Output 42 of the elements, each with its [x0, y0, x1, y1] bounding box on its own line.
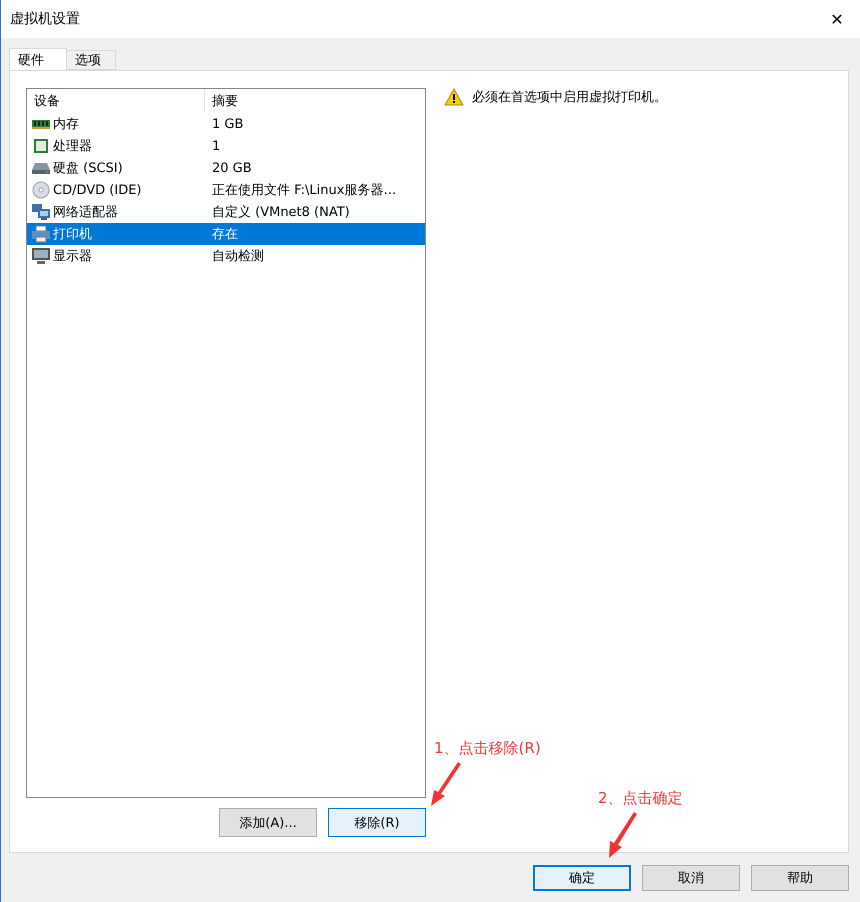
warning-icon — [444, 88, 464, 106]
list-button[interactable]: 添加(A)... — [219, 808, 317, 837]
window-title: 虚拟机设置 — [10, 10, 80, 28]
device-row[interactable]: CD/DVD (IDE) 正在使用文件 F:\Linux服务器… — [27, 179, 425, 201]
monitor-icon — [31, 247, 51, 265]
tab[interactable]: 硬件 — [9, 48, 67, 70]
device-row[interactable]: 网络适配器 自定义 (VMnet8 (NAT) — [27, 201, 425, 223]
device-name: 显示器 — [53, 248, 92, 265]
warning-message: 必须在首选项中启用虚拟打印机。 — [472, 89, 667, 107]
device-summary: 自定义 (VMnet8 (NAT) — [211, 204, 351, 221]
annotation-arrow — [429, 762, 463, 808]
device-summary: 1 GB — [211, 116, 244, 132]
device-summary: 自动检测 — [211, 248, 265, 265]
chip-icon — [31, 137, 51, 155]
device-name: 处理器 — [53, 138, 92, 155]
printer-icon — [31, 225, 51, 243]
network-icon — [31, 203, 51, 221]
device-name: CD/DVD (IDE) — [53, 182, 142, 198]
device-summary: 正在使用文件 F:\Linux服务器… — [211, 182, 398, 199]
device-summary: 1 — [211, 138, 222, 154]
dialog-button[interactable]: 取消 — [642, 865, 740, 891]
device-row[interactable]: 显示器 自动检测 — [27, 245, 425, 267]
device-name: 硬盘 (SCSI) — [53, 160, 123, 177]
device-summary: 20 GB — [211, 160, 253, 176]
annotation-text: 1、点击移除(R) — [434, 739, 541, 758]
device-row[interactable]: 处理器 1 — [27, 135, 425, 157]
column-header[interactable]: 设备 — [27, 89, 205, 113]
device-row[interactable]: 内存 1 GB — [27, 113, 425, 135]
device-row[interactable]: 打印机 存在 — [27, 223, 425, 245]
annotation-text: 2、点击确定 — [598, 789, 683, 808]
list-button[interactable]: 移除(R) — [328, 808, 426, 837]
device-summary: 存在 — [211, 226, 239, 243]
close-button[interactable]: ✕ — [814, 0, 860, 38]
device-name: 内存 — [53, 116, 79, 133]
device-name: 网络适配器 — [53, 204, 118, 221]
dialog-button[interactable]: 帮助 — [751, 865, 849, 891]
device-row[interactable]: 硬盘 (SCSI) 20 GB — [27, 157, 425, 179]
disc-icon — [31, 181, 51, 199]
tab[interactable]: 选项 — [66, 50, 116, 70]
column-header[interactable]: 摘要 — [205, 89, 425, 113]
device-name: 打印机 — [53, 226, 92, 243]
dialog-button[interactable]: 确定 — [533, 865, 631, 891]
